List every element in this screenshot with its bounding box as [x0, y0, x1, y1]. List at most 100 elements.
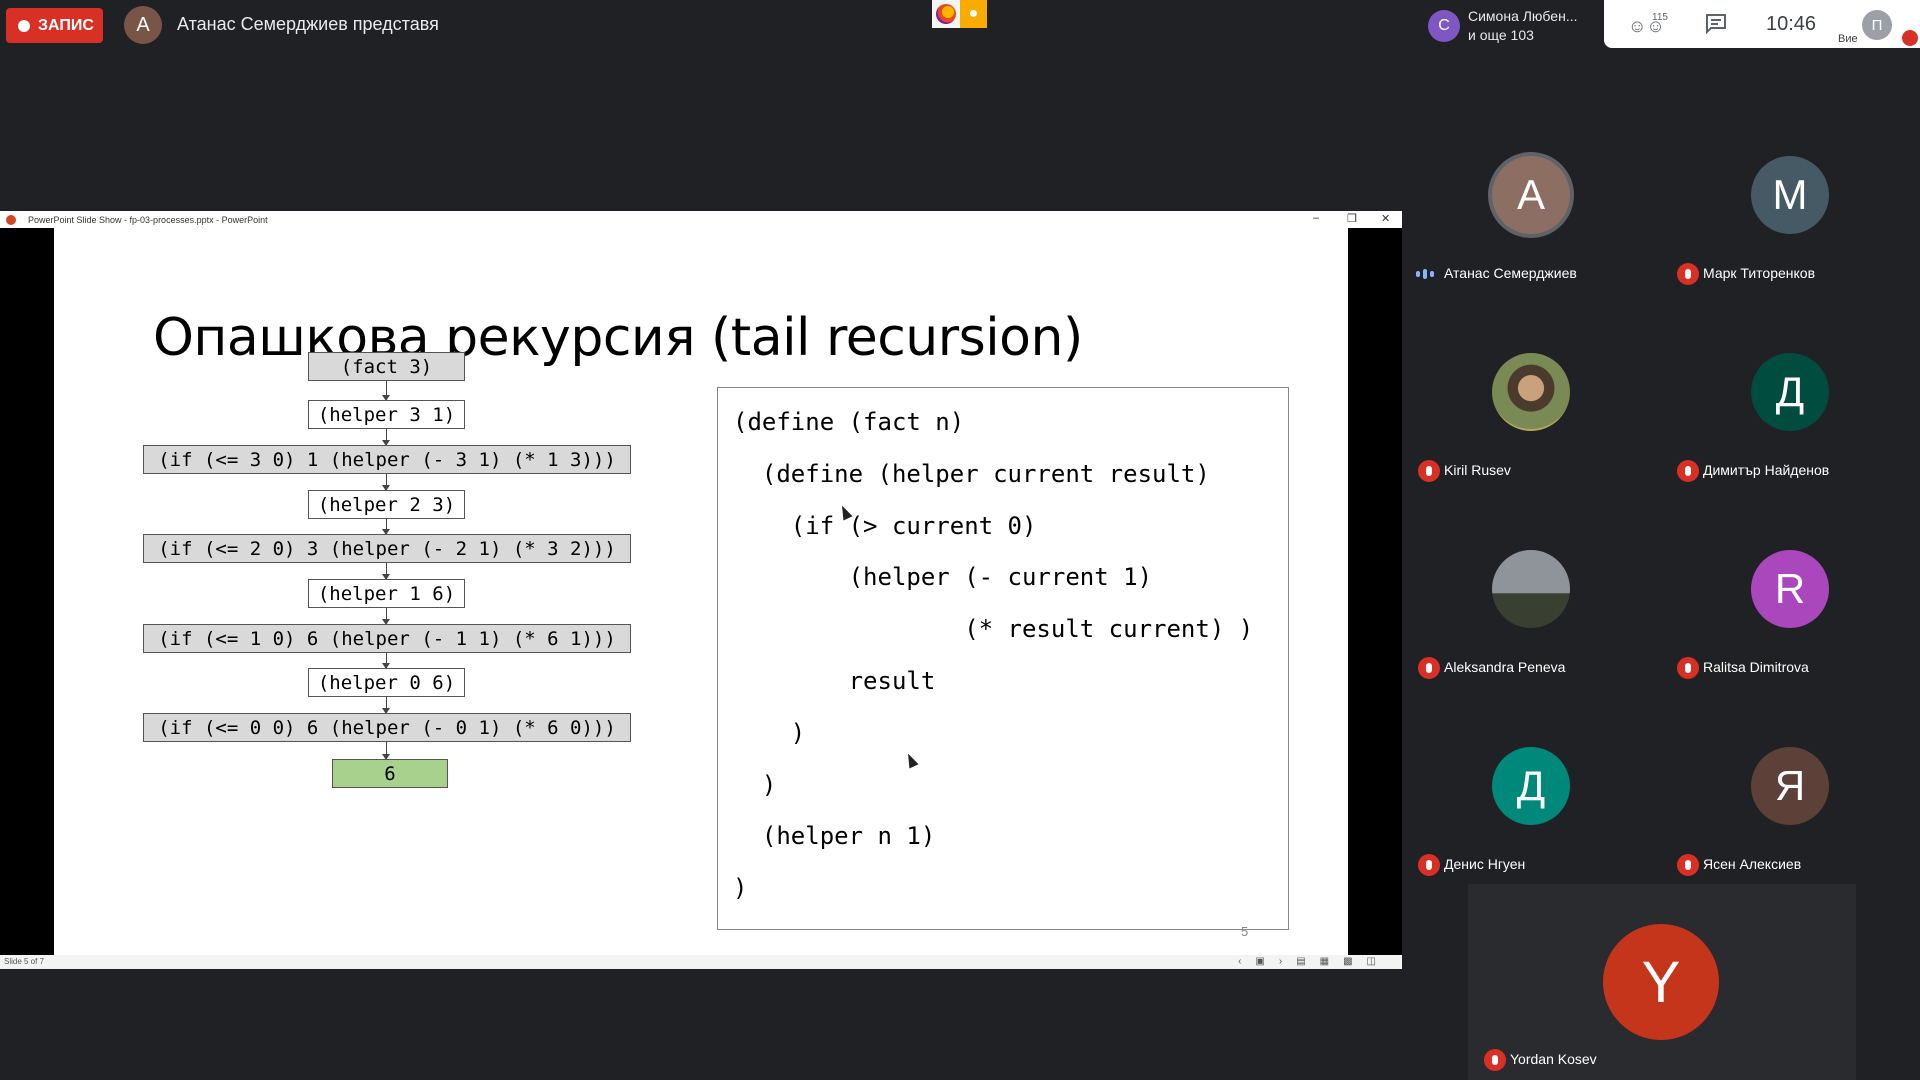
meet-screen: ЗАПИС А Атанас Семерджиев представя ● С …: [0, 0, 1920, 1080]
slide: Опашкова рекурсия (tail recursion) (fact…: [54, 228, 1348, 955]
record-dot-icon: [18, 19, 30, 32]
code-line: (* result current) ): [733, 615, 1254, 644]
recording-badge[interactable]: ЗАПИС: [6, 8, 103, 43]
flow-step: (helper 0 6): [308, 668, 465, 697]
flow-arrow-icon: [382, 563, 390, 580]
viewer-chip[interactable]: С Симона Любен... и още 103: [1420, 0, 1604, 48]
self-label: Вие: [1838, 33, 1858, 45]
flow-arrow-icon: [382, 697, 390, 714]
top-toolbar: ☺☺ 115 10:46 П Вие: [1604, 0, 1920, 48]
muted-mic-icon: [1418, 460, 1440, 482]
participant-avatar: [1492, 550, 1570, 628]
firefox-icon[interactable]: [932, 0, 960, 28]
flow-arrow-icon: [382, 608, 390, 625]
recording-label: ЗАПИС: [38, 16, 94, 34]
participant-avatar: [1492, 353, 1570, 431]
participant-count: 115: [1652, 12, 1668, 23]
code-line: ): [733, 718, 806, 747]
self-avatar[interactable]: П: [1862, 10, 1892, 40]
participant-tile[interactable]: Д Денис Нгуен: [1402, 688, 1661, 884]
people-button[interactable]: ☺☺ 115: [1628, 12, 1668, 38]
code-line: result: [733, 667, 936, 695]
restore-icon[interactable]: ❐: [1347, 212, 1357, 225]
flow-arrow-icon: [382, 519, 390, 535]
microphone-icon[interactable]: ●: [960, 0, 987, 28]
participant-tile[interactable]: Я Ясен Алексиев: [1661, 688, 1920, 884]
participant-tile[interactable]: R Ralitsa Dimitrova: [1661, 491, 1920, 687]
participant-avatar: Д: [1751, 353, 1829, 431]
flow-step: (helper 1 6): [308, 579, 465, 608]
code-line: (define (helper current result): [733, 459, 1210, 488]
participant-name: Денис Нгуен: [1444, 856, 1526, 872]
muted-mic-icon: [1677, 657, 1699, 679]
flow-arrow-icon: [382, 381, 390, 401]
participant-name: Ясен Алексиев: [1703, 856, 1802, 872]
participant-avatar: Я: [1751, 747, 1829, 825]
code-line: (helper n 1): [733, 822, 936, 851]
participant-grid: А Атанас Семерджиев М Марк Титоренков Kiril …: [1402, 97, 1920, 884]
speaking-indicator-icon: [1416, 267, 1438, 281]
flow-step: (if (<= 3 0) 1 (helper (- 3 1) (* 1 3))): [143, 445, 631, 474]
participant-name: Димитър Найденов: [1703, 462, 1830, 478]
muted-mic-icon: [1418, 854, 1440, 876]
flow-step: 6: [332, 759, 448, 788]
participant-tile[interactable]: Aleksandra Peneva: [1402, 491, 1661, 687]
participant-tile[interactable]: Д Димитър Найденов: [1661, 294, 1920, 490]
code-line: (define (fact n): [733, 408, 965, 436]
flow-step: (if (<= 0 0) 6 (helper (- 0 1) (* 6 0))): [143, 713, 631, 742]
participant-avatar: М: [1751, 156, 1829, 234]
sharing-tray: ●: [932, 0, 987, 28]
participant-name: Марк Титоренков: [1703, 265, 1816, 281]
flow-step: (if (<= 1 0) 6 (helper (- 1 1) (* 6 1))): [143, 624, 631, 653]
minimize-icon[interactable]: –: [1313, 212, 1319, 224]
ppt-status-bar: Slide 5 of 7 ‹▣›▤▦▩◫: [0, 955, 1402, 969]
participant-tile[interactable]: М Марк Титоренков: [1661, 97, 1920, 293]
powerpoint-icon: [6, 214, 16, 225]
flow-arrow-icon: [382, 742, 390, 760]
chat-button[interactable]: [1704, 12, 1728, 35]
participant-tile[interactable]: Kiril Rusev: [1402, 294, 1661, 490]
participant-name: Aleksandra Peneva: [1444, 659, 1566, 675]
slide-title: Опашкова рекурсия (tail recursion): [153, 308, 1083, 368]
viewer-name: Симона Любен...: [1468, 8, 1578, 24]
participant-name: Kiril Rusev: [1444, 462, 1511, 478]
clock: 10:46: [1766, 13, 1817, 35]
viewer-more: и още 103: [1468, 27, 1534, 43]
muted-mic-icon: [1677, 854, 1699, 876]
participant-avatar: Д: [1492, 747, 1570, 825]
flow-step: (fact 3): [308, 352, 465, 381]
code-line: (helper (- current 1): [733, 563, 1153, 592]
muted-mic-icon: [1677, 263, 1699, 285]
muted-mic-icon: [1677, 460, 1699, 482]
slide-counter: Slide 5 of 7: [4, 957, 45, 966]
participant-name: Ralitsa Dimitrova: [1703, 659, 1809, 675]
flow-step: (helper 3 1): [308, 400, 465, 429]
muted-mic-icon: [1902, 30, 1918, 46]
flow-step: (if (<= 2 0) 3 (helper (- 2 1) (* 3 2))): [143, 534, 631, 563]
ppt-window-title: PowerPoint Slide Show - fp-03-processes.…: [28, 214, 268, 225]
viewer-avatar: С: [1428, 10, 1460, 42]
code-line: ): [733, 770, 777, 799]
participant-tile-featured[interactable]: Y Yordan Kosev: [1468, 884, 1856, 1080]
participant-name: Атанас Семерджиев: [1444, 265, 1577, 281]
flow-arrow-icon: [382, 429, 390, 446]
participant-name: Yordan Kosev: [1510, 1051, 1597, 1067]
close-icon[interactable]: ✕: [1381, 212, 1390, 225]
participant-avatar: Y: [1603, 924, 1719, 1040]
flow-arrow-icon: [382, 474, 390, 491]
powerpoint-window: PowerPoint Slide Show - fp-03-processes.…: [0, 211, 1402, 969]
flow-step: (helper 2 3): [308, 490, 465, 519]
code-line: ): [733, 874, 748, 903]
code-box: (define (fact n) (define (helper current…: [717, 387, 1289, 930]
ppt-titlebar: PowerPoint Slide Show - fp-03-processes.…: [0, 211, 1402, 228]
code-line: (if (> current 0): [733, 511, 1037, 540]
muted-mic-icon: [1484, 1049, 1506, 1071]
presenter-avatar: А: [124, 6, 162, 44]
participant-avatar: R: [1751, 550, 1829, 628]
chat-icon: [1706, 14, 1726, 35]
view-controls-icon[interactable]: ‹▣›▤▦▩◫: [1238, 956, 1390, 967]
muted-mic-icon: [1418, 657, 1440, 679]
slide-number: 5: [1241, 924, 1249, 939]
presenter-text: Атанас Семерджиев представя: [177, 14, 439, 34]
participant-tile[interactable]: А Атанас Семерджиев: [1402, 97, 1661, 293]
